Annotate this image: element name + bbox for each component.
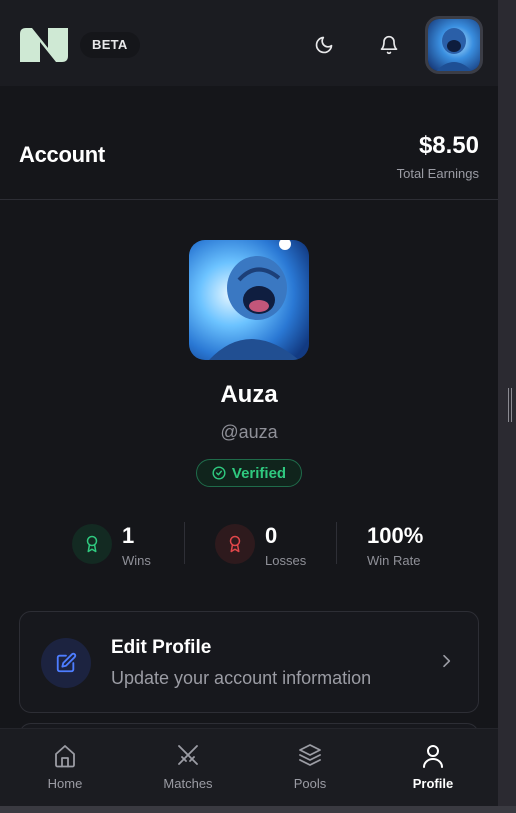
verified-label: Verified: [231, 464, 287, 482]
nav-matches-label: Matches: [163, 776, 213, 791]
check-circle-icon: [212, 466, 226, 480]
win-rate-value: 100%: [367, 523, 424, 548]
username: @auza: [220, 422, 278, 442]
nav-profile-label: Profile: [412, 776, 454, 791]
edit-icon: [56, 652, 77, 673]
total-earnings-label: Total Earnings: [396, 166, 479, 181]
edit-profile-title: Edit Profile: [111, 637, 212, 658]
stat-wins-badge: [72, 524, 112, 564]
stat-wins: 1 Wins: [72, 520, 172, 572]
edit-profile-card[interactable]: Edit Profile Update your account informa…: [19, 611, 479, 713]
nav-pools[interactable]: Pools: [260, 729, 360, 806]
award-icon: [86, 535, 98, 553]
top-bar: BETA: [0, 0, 498, 86]
nav-profile[interactable]: Profile: [383, 729, 483, 806]
stat-divider: [184, 522, 185, 564]
losses-label: Losses: [265, 553, 307, 568]
losses-value: 0: [265, 523, 278, 548]
edit-icon-badge: [41, 638, 91, 688]
win-rate-label: Win Rate: [367, 553, 421, 568]
user-icon: [423, 745, 443, 768]
nav-matches[interactable]: Matches: [138, 729, 238, 806]
nav-home[interactable]: Home: [15, 729, 115, 806]
account-header: Account $8.50 Total Earnings: [0, 120, 498, 200]
window-bottom-edge: [0, 806, 516, 813]
profile-avatar[interactable]: [189, 240, 309, 360]
notifications-button[interactable]: [371, 27, 407, 63]
moon-icon: [315, 36, 333, 54]
stat-losses-badge: [215, 524, 255, 564]
total-earnings-value: $8.50: [418, 132, 479, 159]
bell-icon: [380, 35, 398, 55]
layers-icon: [299, 744, 321, 766]
award-icon: [229, 535, 241, 553]
stat-win-rate: 100% Win Rate: [367, 520, 447, 572]
stat-losses: 0 Losses: [215, 520, 315, 572]
stat-divider: [336, 522, 337, 564]
display-name: Auza: [220, 381, 278, 408]
beta-badge: BETA: [80, 32, 140, 58]
bottom-nav: Home Matches Pools Profile: [0, 728, 498, 806]
wins-label: Wins: [122, 553, 151, 568]
home-icon: [55, 745, 75, 768]
resize-handle[interactable]: [508, 388, 512, 422]
wins-value: 1: [122, 523, 135, 548]
app-frame: BETA Account $8.50 Total Earnings Auza @…: [0, 0, 498, 806]
verified-badge: Verified: [196, 459, 302, 487]
window-side-panel: [498, 0, 516, 813]
edit-profile-subtitle: Update your account information: [111, 668, 372, 688]
header-avatar[interactable]: [425, 16, 483, 74]
chevron-right-icon: [443, 654, 451, 668]
theme-toggle-button[interactable]: [306, 27, 342, 63]
nav-pools-label: Pools: [293, 776, 327, 791]
swords-icon: [178, 745, 198, 765]
logo-icon[interactable]: [18, 26, 70, 64]
page-title: Account: [19, 142, 105, 167]
nav-home-label: Home: [47, 776, 83, 791]
